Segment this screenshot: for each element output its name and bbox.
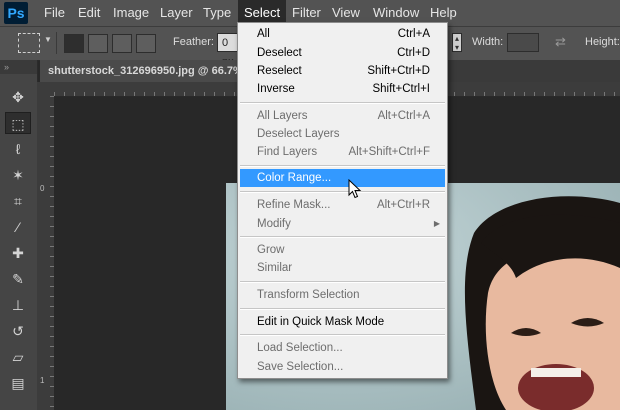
menu-separator — [240, 334, 445, 336]
feather-input[interactable]: 0 px — [217, 33, 239, 68]
menu-item-find-layers[interactable]: Find Layers Alt+Shift+Ctrl+F — [240, 143, 445, 161]
crop-tool-icon[interactable]: ⌗ — [5, 190, 31, 212]
menu-layer[interactable]: Layer — [154, 0, 199, 26]
panel-collapse-icon[interactable]: » — [0, 60, 37, 74]
magic-wand-tool-icon[interactable]: ✶ — [5, 164, 31, 186]
ruler-label: 1 — [40, 376, 45, 385]
tools-panel: » ✥ ⬚ ℓ ✶ ⌗ ⁄ ✚ ✎ ⊥ ↺ ▱ ▤ — [0, 60, 38, 410]
menu-separator — [240, 236, 445, 238]
ruler-corner — [37, 82, 54, 96]
menu-file[interactable]: File — [38, 0, 71, 26]
menu-item-save-selection[interactable]: Save Selection... — [240, 358, 445, 376]
brush-tool-icon[interactable]: ✎ — [5, 268, 31, 290]
subtract-from-selection-icon[interactable] — [112, 34, 132, 53]
menu-separator — [240, 308, 445, 310]
menu-item-quick-mask[interactable]: Edit in Quick Mask Mode — [240, 313, 445, 331]
feather-label: Feather: — [173, 36, 214, 48]
menu-separator — [240, 281, 445, 283]
clone-stamp-tool-icon[interactable]: ⊥ — [5, 294, 31, 316]
menu-edit[interactable]: Edit — [72, 0, 106, 26]
menu-separator — [240, 191, 445, 193]
menu-item-refine-mask[interactable]: Refine Mask... Alt+Ctrl+R — [240, 196, 445, 214]
menu-type[interactable]: Type — [197, 0, 237, 26]
menu-item-deselect[interactable]: Deselect Ctrl+D — [240, 44, 445, 62]
width-label: Width: — [472, 36, 504, 48]
add-to-selection-icon[interactable] — [88, 34, 108, 53]
menu-separator — [240, 165, 445, 167]
menu-item-load-selection[interactable]: Load Selection... — [240, 339, 445, 357]
style-dropdown-icon[interactable]: ▴ ▾ — [452, 33, 462, 52]
submenu-arrow-icon: ▶ — [433, 219, 440, 228]
width-input[interactable] — [507, 33, 539, 52]
menu-item-modify[interactable]: Modify ▶ — [240, 215, 445, 233]
menu-item-all[interactable]: All Ctrl+A — [240, 25, 445, 43]
ruler-left: 0 1 — [37, 96, 55, 410]
menu-item-transform-selection[interactable]: Transform Selection — [240, 286, 445, 304]
photoshop-logo: Ps — [4, 2, 28, 24]
mouse-pointer-icon — [348, 179, 362, 199]
menu-item-reselect[interactable]: Reselect Shift+Ctrl+D — [240, 62, 445, 80]
menu-item-similar[interactable]: Similar — [240, 259, 445, 277]
height-label: Height: — [585, 36, 620, 48]
select-menu-dropdown: All Ctrl+A Deselect Ctrl+D Reselect Shif… — [237, 22, 448, 379]
new-selection-icon[interactable] — [64, 34, 84, 53]
menu-item-all-layers[interactable]: All Layers Alt+Ctrl+A — [240, 107, 445, 125]
menu-item-inverse[interactable]: Inverse Shift+Ctrl+I — [240, 80, 445, 98]
divider — [56, 32, 57, 54]
healing-tool-icon[interactable]: ✚ — [5, 242, 31, 264]
history-brush-tool-icon[interactable]: ↺ — [5, 320, 31, 342]
marquee-tool-icon[interactable]: ⬚ — [5, 112, 31, 134]
eraser-tool-icon[interactable]: ▱ — [5, 346, 31, 368]
lasso-tool-icon[interactable]: ℓ — [5, 138, 31, 160]
menu-item-deselect-layers[interactable]: Deselect Layers — [240, 125, 445, 143]
menu-image[interactable]: Image — [107, 0, 155, 26]
marquee-preset-icon[interactable] — [18, 33, 40, 53]
menu-separator — [240, 102, 445, 104]
menu-item-grow[interactable]: Grow — [240, 241, 445, 259]
eyedropper-tool-icon[interactable]: ⁄ — [5, 216, 31, 238]
move-tool-icon[interactable]: ✥ — [5, 86, 31, 108]
menu-item-color-range[interactable]: Color Range... — [240, 169, 445, 187]
document-tab[interactable]: shutterstock_312696950.jpg @ 66.7% ( — [40, 60, 258, 82]
swap-icon[interactable]: ⇄ — [555, 34, 566, 50]
gradient-tool-icon[interactable]: ▤ — [5, 372, 31, 394]
chevron-down-icon[interactable]: ▼ — [44, 35, 52, 44]
ruler-label: 0 — [40, 184, 45, 193]
intersect-selection-icon[interactable] — [136, 34, 156, 53]
